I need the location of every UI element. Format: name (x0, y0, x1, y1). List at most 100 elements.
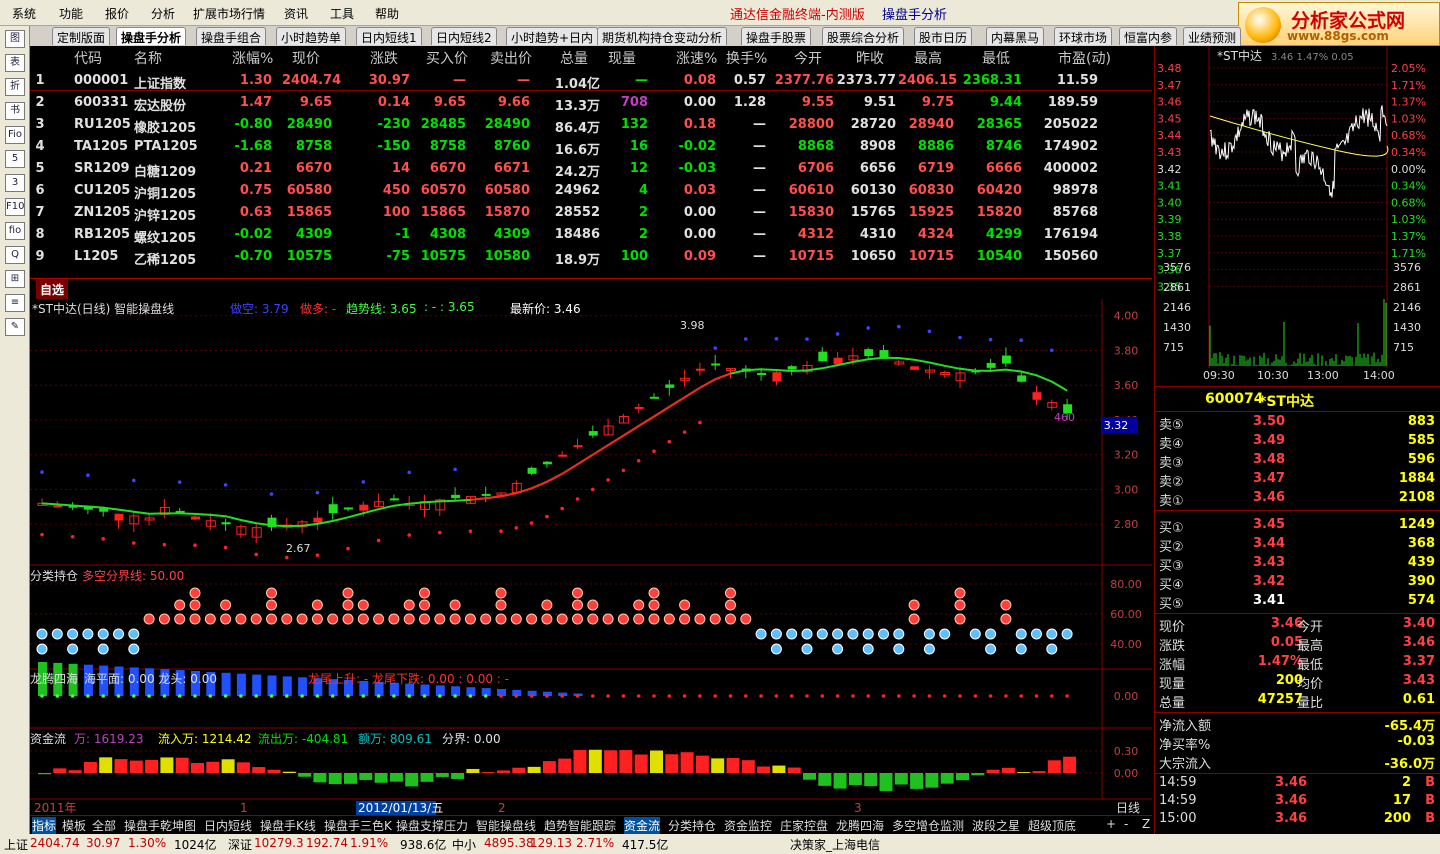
indicator-tab-12[interactable]: 资金监控 (724, 817, 772, 834)
menu-extended-market[interactable]: 扩展市场行情 (193, 5, 265, 22)
quote-header-8[interactable]: 现量 (608, 48, 652, 68)
indicator-tab-8[interactable]: 智能操盘线 (476, 817, 536, 834)
table-row[interactable]: 3 RU1205 橡胶1205 -0.80 28490 -230 28485 28490 86.… (30, 113, 1152, 136)
indicator-tab-17[interactable]: 超级顶底 (1028, 817, 1076, 834)
quote-cell: 0.03 (683, 183, 716, 198)
toolbar-icon-4[interactable]: Fio (5, 126, 25, 144)
zoom-control-0[interactable]: + (1106, 817, 1116, 831)
flow-value: -36.0万 (1384, 757, 1435, 772)
toolbar-icon-6[interactable]: 3 (5, 174, 25, 192)
quote-header-10[interactable]: 换手% (726, 48, 770, 68)
table-row[interactable]: 7 ZN1205 沪锌1205 0.63 15865 100 15865 15870 28552… (30, 201, 1152, 224)
indicator-tab-13[interactable]: 庄家控盘 (780, 817, 828, 834)
divider (1155, 712, 1440, 713)
stat-label2: 最低 (1297, 658, 1324, 673)
indicator-tab-10[interactable]: 资金流 (624, 817, 661, 834)
intraday-chart[interactable]: *ST中达 3.46 1.47% 0.05 3.48 3.47 3.46 3.45 3.44… (1155, 46, 1440, 386)
quote-header-15[interactable]: 市盈(动) (1058, 48, 1111, 68)
menu-tools[interactable]: 工具 (330, 5, 354, 22)
quote-header-13[interactable]: 最高 (914, 48, 958, 68)
quote-header-11[interactable]: 今开 (794, 48, 838, 68)
toolbar-icon-11[interactable]: ≡ (5, 294, 25, 312)
mini-price-tick: 3.41 (1157, 180, 1182, 193)
table-row[interactable]: 8 RB1205 螺纹1205 -0.02 4309 -1 4308 4309 18486 2 0.… (30, 223, 1152, 246)
quote-header-9[interactable]: 涨速% (676, 48, 720, 68)
indicator-tab-9[interactable]: 趋势智能跟踪 (544, 817, 616, 834)
menu-quote[interactable]: 报价 (105, 5, 129, 22)
table-row[interactable]: 6 CU1205 沪铜1205 0.75 60580 450 60570 60580 24962… (30, 179, 1152, 202)
menu-news[interactable]: 资讯 (284, 5, 308, 22)
indicator-tab-11[interactable]: 分类持仓 (668, 817, 716, 834)
period-label[interactable]: 日线 (1116, 801, 1140, 815)
tab-12[interactable]: 环球市场 (1054, 27, 1113, 45)
quote-header-2[interactable]: 涨幅% (232, 48, 276, 68)
toolbar-icon-12[interactable]: ✎ (5, 318, 25, 336)
indicator-tab-5[interactable]: 操盘手K线 (260, 817, 316, 834)
toolbar-icon-8[interactable]: fio (5, 222, 25, 240)
tab-8[interactable]: 操盘手股票 (741, 27, 812, 45)
zoom-control-2[interactable]: Z (1142, 817, 1150, 831)
tab-0[interactable]: 定制版面 (52, 27, 111, 45)
quote-cell: 4 (35, 139, 45, 154)
indicator-tab-14[interactable]: 龙腾四海 (836, 817, 884, 834)
tab-2[interactable]: 操盘手组合 (196, 27, 267, 45)
watchlist-tag[interactable]: 自选 (36, 280, 69, 299)
sub3-legend-item: 分界: 0.00 (442, 732, 501, 746)
quote-header-5[interactable]: 买入价 (426, 48, 470, 68)
indicator-tab-16[interactable]: 波段之星 (972, 817, 1020, 834)
indicator-tab-2[interactable]: 全部 (92, 817, 116, 834)
indicator-tab-0[interactable]: 指标 (32, 817, 57, 834)
toolbar-icon-0[interactable]: 图 (5, 30, 25, 48)
tab-9[interactable]: 股票综合分析 (822, 27, 905, 45)
tab-4[interactable]: 日内短线1 (356, 27, 422, 45)
tab-3[interactable]: 小时趋势单 (276, 27, 347, 45)
quote-cell: RU1205 (74, 117, 131, 132)
toolbar-icon-10[interactable]: ⊞ (5, 270, 25, 288)
tab-13[interactable]: 恒富内参 (1119, 27, 1178, 45)
mini-price-tick: 3.46 (1157, 96, 1182, 109)
toolbar-icon-1[interactable]: 表 (5, 54, 25, 72)
toolbar-icon-5[interactable]: 5 (5, 150, 25, 168)
tab-1[interactable]: 操盘手分析 (116, 27, 187, 45)
tab-14[interactable]: 业绩预测 (1183, 27, 1242, 45)
quote-cell: 28940 (908, 117, 954, 132)
menu-analysis[interactable]: 分析 (151, 5, 175, 22)
quote-header-0[interactable]: 代码 (74, 48, 134, 68)
tab-10[interactable]: 股市日历 (914, 27, 973, 45)
tab-7[interactable]: 期货机构持仓变动分析 (597, 27, 728, 45)
quote-header-14[interactable]: 最低 (982, 48, 1026, 68)
status-item: 1.30% (128, 836, 167, 850)
menu-function[interactable]: 功能 (59, 5, 83, 22)
table-row[interactable]: 9 L1205 乙稀1205 -0.70 10575 -75 10575 10580 18.9万… (30, 245, 1152, 268)
indicator-tab-3[interactable]: 操盘手乾坤图 (124, 817, 196, 834)
toolbar-icon-3[interactable]: 书 (5, 102, 25, 120)
menu-system[interactable]: 系统 (12, 5, 36, 22)
tab-11[interactable]: 内幕黑马 (986, 27, 1045, 45)
toolbar-icon-2[interactable]: 折 (5, 78, 25, 96)
quote-header-3[interactable]: 现价 (292, 48, 336, 68)
menu-help[interactable]: 帮助 (375, 5, 399, 22)
table-row[interactable]: 2 600331 宏达股份 1.47 9.65 0.14 9.65 9.66 13.3万 708 0… (30, 91, 1152, 114)
quote-cell: 6671 (493, 161, 530, 176)
x-axis-label: 1 (240, 801, 248, 815)
toolbar-icon-7[interactable]: F10 (5, 198, 25, 216)
indicator-tab-7[interactable]: 操盘支撑压力 (396, 817, 468, 834)
quote-header-4[interactable]: 涨跌 (370, 48, 414, 68)
indicator-tab-4[interactable]: 日内短线 (204, 817, 252, 834)
quote-header-1[interactable]: 名称 (134, 48, 194, 68)
tab-5[interactable]: 日内短线2 (431, 27, 497, 45)
quote-header-6[interactable]: 卖出价 (490, 48, 534, 68)
table-row[interactable]: 5 SR1209 白糖1209 0.21 6670 14 6670 6671 24.2万 12 -0… (30, 157, 1152, 180)
indicator-tab-15[interactable]: 多空增仓监测 (892, 817, 964, 834)
toolbar-icon-9[interactable]: Q (5, 246, 25, 264)
tab-6[interactable]: 小时趋势+日内 (506, 27, 599, 45)
zoom-control-1[interactable]: - (1124, 817, 1128, 831)
quote-header-12[interactable]: 昨收 (856, 48, 900, 68)
table-row[interactable]: 4 TA1205 PTA1205 -1.68 8758 -150 8758 8760 16.6万… (30, 135, 1152, 158)
indicator-tab-1[interactable]: 模板 (62, 817, 86, 834)
quote-header-7[interactable]: 总量 (560, 48, 604, 68)
quote-cell: 14 (391, 161, 410, 176)
quote-cell: 86.4万 (554, 121, 600, 136)
indicator-tab-6[interactable]: 操盘手三色K (324, 817, 392, 834)
table-row[interactable]: 1 000001 上证指数 1.30 2404.74 30.97 — — 1.04亿 — 0.08 0… (30, 69, 1152, 92)
